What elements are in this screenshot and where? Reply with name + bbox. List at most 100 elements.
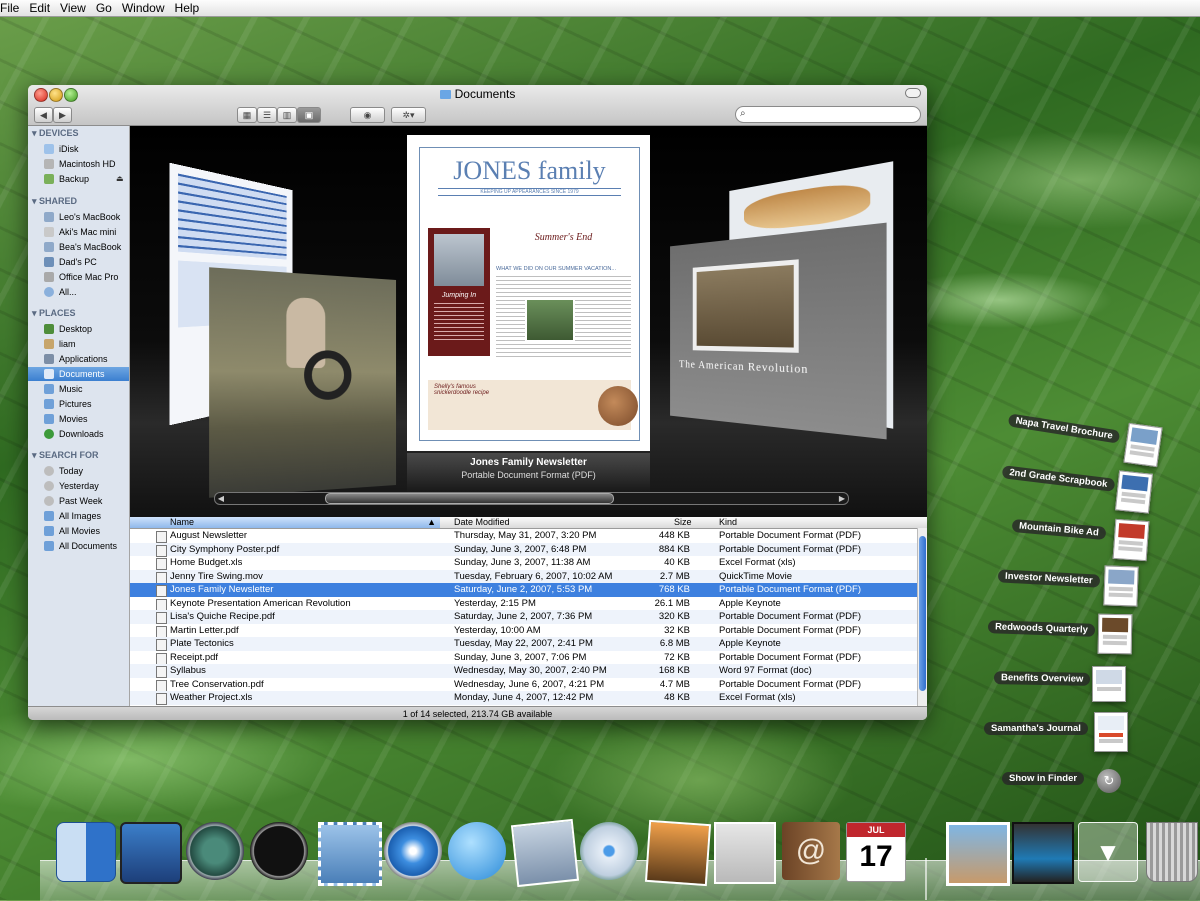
menu-view[interactable]: View (58, 1, 86, 15)
address-book-icon[interactable]: @ (782, 822, 840, 880)
forward-button[interactable]: ▶ (53, 107, 72, 123)
stack-item-label[interactable]: 2nd Grade Scrapbook (1002, 465, 1115, 492)
pictures-stack-icon[interactable] (946, 822, 1010, 886)
cover-flow[interactable]: The American Revolution JONES family KEE… (130, 126, 927, 517)
sidebar-item-all-documents[interactable]: All Documents (28, 539, 129, 553)
show-in-finder-button[interactable]: Show in Finder (1002, 772, 1084, 785)
time-machine-icon[interactable] (186, 822, 244, 880)
column-header-name[interactable]: Name ▲ (130, 517, 440, 528)
table-row[interactable]: Jenny Tire Swing.mov Tuesday, February 6,… (130, 570, 917, 584)
sidebar-item-today[interactable]: Today (28, 464, 129, 478)
front-row-icon[interactable] (250, 822, 308, 880)
menu-go[interactable]: Go (94, 1, 112, 15)
action-menu-button[interactable]: ✲▾ (391, 107, 426, 123)
sidebar-header-shared[interactable]: ▾ SHARED (32, 196, 77, 207)
iphoto-icon[interactable] (645, 820, 711, 886)
trash-icon[interactable] (1146, 822, 1198, 882)
cover-flow-scroll-thumb[interactable] (325, 493, 614, 504)
table-row[interactable]: City Symphony Poster.pdf Sunday, June 3, … (130, 543, 917, 557)
sidebar-item-idisk[interactable]: iDisk (28, 142, 129, 156)
cover-flow-scrollbar[interactable]: ◀ ▶ (214, 492, 849, 505)
sidebar-item-backup[interactable]: Backup (28, 172, 129, 186)
sidebar-header-search-for[interactable]: ▾ SEARCH FOR (32, 450, 99, 461)
cover-flow-scroll-right-icon[interactable]: ▶ (836, 493, 848, 504)
sidebar-item-music[interactable]: Music (28, 382, 129, 396)
column-header-kind[interactable]: Kind (719, 517, 737, 527)
column-header-size[interactable]: Size (674, 517, 692, 527)
sidebar-item-office-mac-pro[interactable]: Office Mac Pro (28, 270, 129, 284)
table-row[interactable]: Lisa's Quiche Recipe.pdf Saturday, June 2… (130, 610, 917, 624)
table-row[interactable]: Keynote Presentation American Revolution… (130, 597, 917, 611)
stack-item-thumbnail[interactable] (1113, 519, 1150, 561)
stack-item-thumbnail[interactable] (1115, 470, 1153, 513)
stack-item-label[interactable]: Benefits Overview (994, 671, 1091, 686)
documents-stack-icon[interactable]: ▼ (1078, 822, 1138, 882)
itunes-icon[interactable] (580, 822, 638, 880)
sidebar-header-places[interactable]: ▾ PLACES (32, 308, 76, 319)
sidebar-item-past-week[interactable]: Past Week (28, 494, 129, 508)
iphoto-stamp-icon[interactable] (511, 819, 579, 887)
menu-help[interactable]: Help (173, 1, 200, 15)
list-view-button[interactable]: ☰ (257, 107, 277, 123)
mail-icon[interactable] (318, 822, 382, 886)
sidebar-item-pictures[interactable]: Pictures (28, 397, 129, 411)
table-row[interactable]: Plate Tectonics Tuesday, May 22, 2007, 2:… (130, 637, 917, 651)
finder-icon[interactable] (56, 822, 116, 882)
stack-item-label[interactable]: Napa Travel Brochure (1008, 413, 1121, 443)
menu-file[interactable]: File (0, 1, 19, 15)
sidebar-item-all-movies[interactable]: All Movies (28, 524, 129, 538)
sidebar-item-applications[interactable]: Applications (28, 352, 129, 366)
table-row[interactable]: Weather Project.xls Monday, June 4, 2007,… (130, 691, 917, 705)
sidebar-item-yesterday[interactable]: Yesterday (28, 479, 129, 493)
stack-item-thumbnail[interactable] (1103, 565, 1138, 606)
cover-flow-scroll-left-icon[interactable]: ◀ (215, 493, 227, 504)
eject-icon[interactable]: ⏏ (116, 174, 124, 183)
stack-item-thumbnail[interactable] (1092, 666, 1126, 702)
ichat-icon[interactable] (448, 822, 506, 880)
cover-selected-newsletter[interactable]: JONES family KEEPING UP APPEARANCES SINC… (407, 135, 650, 451)
column-view-button[interactable]: ▥ (277, 107, 297, 123)
sidebar-item-dads-pc[interactable]: Dad's PC (28, 255, 129, 269)
column-header-date[interactable]: Date Modified (454, 517, 510, 527)
table-row[interactable]: Syllabus Wednesday, May 30, 2007, 2:40 PM… (130, 664, 917, 678)
movies-stack-icon[interactable] (1012, 822, 1074, 884)
table-row[interactable]: Tree Conservation.pdf Wednesday, June 6, … (130, 678, 917, 692)
preview-icon[interactable] (714, 822, 776, 884)
table-row[interactable]: Receipt.pdf Sunday, June 3, 2007, 7:06 PM… (130, 651, 917, 665)
ical-icon[interactable]: JUL 17 (846, 822, 906, 882)
table-row-selected[interactable]: Jones Family Newsletter Saturday, June 2,… (130, 583, 917, 597)
sidebar-header-devices[interactable]: ▾ DEVICES (32, 128, 79, 139)
sidebar-item-akis-mac-mini[interactable]: Aki's Mac mini (28, 225, 129, 239)
sidebar-item-all-shared[interactable]: All... (28, 285, 129, 299)
sidebar-item-beas-macbook[interactable]: Bea's MacBook (28, 240, 129, 254)
sidebar-item-leos-macbook[interactable]: Leo's MacBook (28, 210, 129, 224)
sidebar-item-all-images[interactable]: All Images (28, 509, 129, 523)
table-row[interactable]: Martin Letter.pdf Yesterday, 10:00 AM 32 K… (130, 624, 917, 638)
stack-item-label[interactable]: Samantha's Journal (984, 722, 1088, 735)
cover-american-revolution-keynote[interactable]: The American Revolution (670, 223, 887, 440)
show-in-finder-arrow-icon[interactable]: ↻ (1097, 769, 1121, 793)
stack-item-label[interactable]: Redwoods Quarterly (988, 620, 1095, 637)
icon-view-button[interactable]: ▦ (237, 107, 257, 123)
stack-item-label[interactable]: Mountain Bike Ad (1012, 519, 1107, 540)
dashboard-icon[interactable] (120, 822, 182, 884)
sidebar-item-movies[interactable]: Movies (28, 412, 129, 426)
menu-edit[interactable]: Edit (27, 1, 50, 15)
stack-item-thumbnail[interactable] (1098, 614, 1133, 655)
sidebar-item-downloads[interactable]: Downloads (28, 427, 129, 441)
list-scroll-thumb[interactable] (919, 536, 926, 691)
sidebar-item-documents[interactable]: Documents (28, 367, 129, 381)
back-button[interactable]: ◀ (34, 107, 53, 123)
sidebar-item-macintosh-hd[interactable]: Macintosh HD (28, 157, 129, 171)
stack-item-thumbnail[interactable] (1123, 423, 1162, 467)
safari-icon[interactable] (384, 822, 442, 880)
menu-window[interactable]: Window (120, 1, 165, 15)
table-row[interactable]: August Newsletter Thursday, May 31, 2007,… (130, 529, 917, 543)
table-row[interactable]: Home Budget.xls Sunday, June 3, 2007, 11:… (130, 556, 917, 570)
stack-item-label[interactable]: Investor Newsletter (998, 569, 1100, 587)
toolbar-toggle-button[interactable] (905, 88, 921, 98)
sidebar-item-desktop[interactable]: Desktop (28, 322, 129, 336)
search-field[interactable]: ⌕ (735, 106, 921, 123)
quick-look-button[interactable]: ◉ (350, 107, 385, 123)
cover-flow-view-button[interactable]: ▣ (297, 107, 321, 123)
